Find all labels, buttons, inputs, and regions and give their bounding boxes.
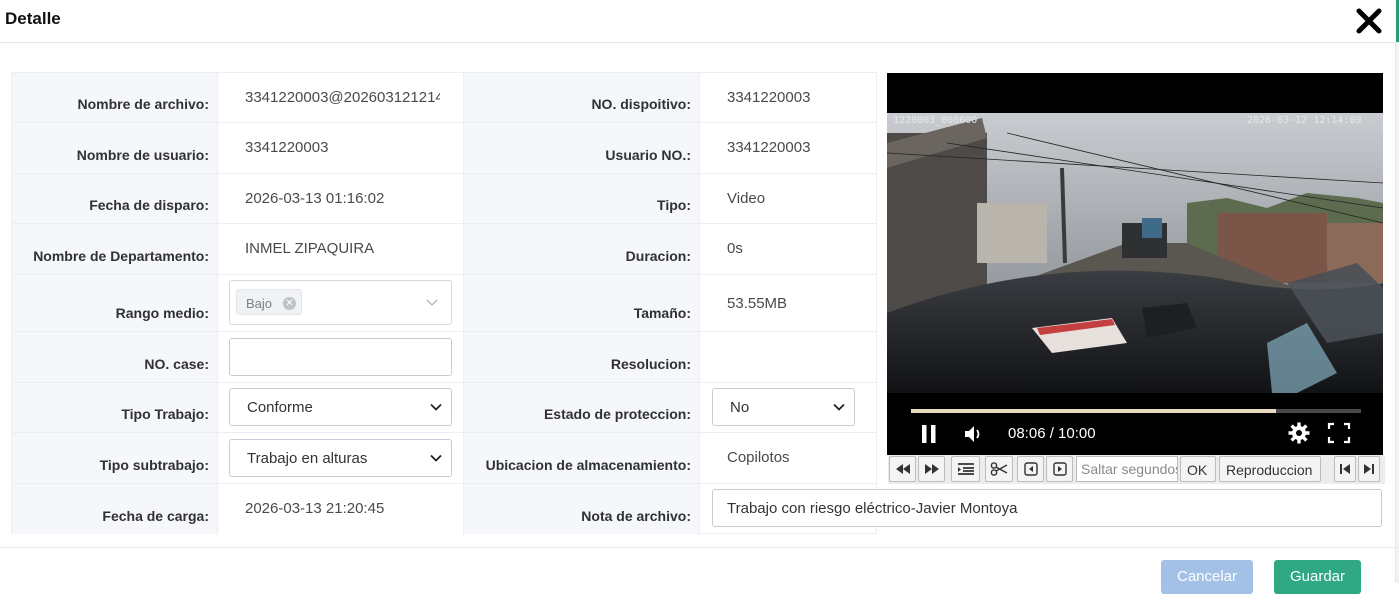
list-icon[interactable] [951, 456, 980, 482]
video-time: 08:06 / 10:00 [1008, 425, 1096, 442]
scissors-icon[interactable] [985, 456, 1013, 482]
chevron-down-icon [430, 454, 442, 462]
value-usuario-no: 3341220003 [700, 123, 876, 174]
fullscreen-icon[interactable] [1327, 422, 1351, 449]
next-frame-icon[interactable] [1046, 456, 1073, 482]
value-tamano: 53.55MB [700, 275, 876, 332]
value-resolucion [700, 332, 876, 383]
dialog-scrollbar[interactable] [1395, 43, 1399, 583]
video-progress-fill [911, 409, 1276, 413]
value-fecha-carga: 2026-03-13 21:20:45 [218, 484, 463, 534]
value-departamento: INMEL ZIPAQUIRA [218, 224, 463, 275]
label-nombre-usuario: Nombre de usuario: [12, 123, 217, 174]
playback-button[interactable]: Reproduccion [1219, 456, 1321, 482]
video-progress-bar[interactable] [911, 409, 1361, 413]
label-ubicacion: Ubicacion de almacenamiento: [464, 433, 699, 484]
volume-icon[interactable] [962, 423, 984, 450]
close-icon[interactable] [1354, 6, 1384, 36]
dialog-title: Detalle [5, 9, 61, 28]
video-player[interactable]: 1220003_000000 2026-03-12 12:14:09 08:06… [887, 73, 1383, 455]
player-toolbar: Saltar segundos OK Reproduccion [888, 455, 1385, 484]
label-tipo: Tipo: [464, 174, 699, 224]
video-frame [887, 113, 1383, 393]
label-no-case: NO. case: [12, 332, 217, 383]
value-no-dispositivo: 3341220003 [700, 73, 876, 123]
skip-start-icon[interactable] [1334, 456, 1356, 482]
label-resolucion: Resolucion: [464, 332, 699, 383]
label-rango-medio: Rango medio: [12, 275, 217, 332]
value-ubicacion: Copilotos [700, 433, 876, 484]
value-duracion: 0s [700, 224, 876, 275]
settings-gear-icon[interactable] [1287, 421, 1311, 450]
prev-frame-icon[interactable] [1017, 456, 1044, 482]
label-fecha-disparo: Fecha de disparo: [12, 174, 217, 224]
label-tamano: Tamaño: [464, 275, 699, 332]
video-osd-id: 1220003_000000 [893, 115, 978, 126]
seek-ok-button[interactable]: OK [1180, 456, 1216, 482]
rewind-icon[interactable] [889, 456, 916, 482]
seek-seconds-input[interactable]: Saltar segundos [1076, 456, 1178, 482]
tipo-trabajo-select[interactable]: Conforme [229, 388, 452, 426]
value-nombre-archivo: 3341220003@20260312121409 [218, 73, 463, 123]
label-nombre-archivo: Nombre de archivo: [12, 73, 217, 123]
cancel-button[interactable]: Cancelar [1161, 560, 1253, 594]
tag-remove-icon[interactable]: ✕ [283, 297, 296, 310]
pause-icon[interactable] [918, 423, 940, 450]
label-no-dispositivo: NO. dispoitivo: [464, 73, 699, 123]
rango-tag: Bajo ✕ [236, 289, 302, 315]
label-fecha-carga: Fecha de carga: [12, 484, 217, 534]
tipo-subtrabajo-select[interactable]: Trabajo en alturas [229, 439, 452, 477]
fast-forward-icon[interactable] [918, 456, 945, 482]
chevron-down-icon [426, 299, 438, 306]
label-departamento: Nombre de Departamento: [12, 224, 217, 275]
label-usuario-no: Usuario NO.: [464, 123, 699, 174]
skip-end-icon[interactable] [1358, 456, 1380, 482]
value-fecha-disparo: 2026-03-13 01:16:02 [218, 174, 463, 224]
label-duracion: Duracion: [464, 224, 699, 275]
label-tipo-trabajo: Tipo Trabajo: [12, 383, 217, 433]
estado-proteccion-select[interactable]: No [712, 388, 855, 426]
value-nombre-usuario: 3341220003 [218, 123, 463, 174]
chevron-down-icon [430, 403, 442, 411]
label-estado-proteccion: Estado de proteccion: [464, 383, 699, 433]
footer-divider [0, 547, 1395, 548]
label-tipo-subtrabajo: Tipo subtrabajo: [12, 433, 217, 484]
video-osd-timestamp: 2026-03-12 12:14:09 [1247, 115, 1362, 126]
save-button[interactable]: Guardar [1274, 560, 1361, 594]
dialog-header: Detalle [0, 0, 1399, 43]
nota-archivo-input[interactable]: Trabajo con riesgo eléctrico-Javier Mont… [712, 489, 1382, 527]
value-tipo: Video [700, 174, 876, 224]
label-nota-archivo: Nota de archivo: [464, 484, 699, 534]
no-case-input[interactable] [229, 338, 452, 376]
rango-medio-select[interactable]: Bajo ✕ [229, 280, 452, 325]
chevron-down-icon [833, 403, 845, 411]
